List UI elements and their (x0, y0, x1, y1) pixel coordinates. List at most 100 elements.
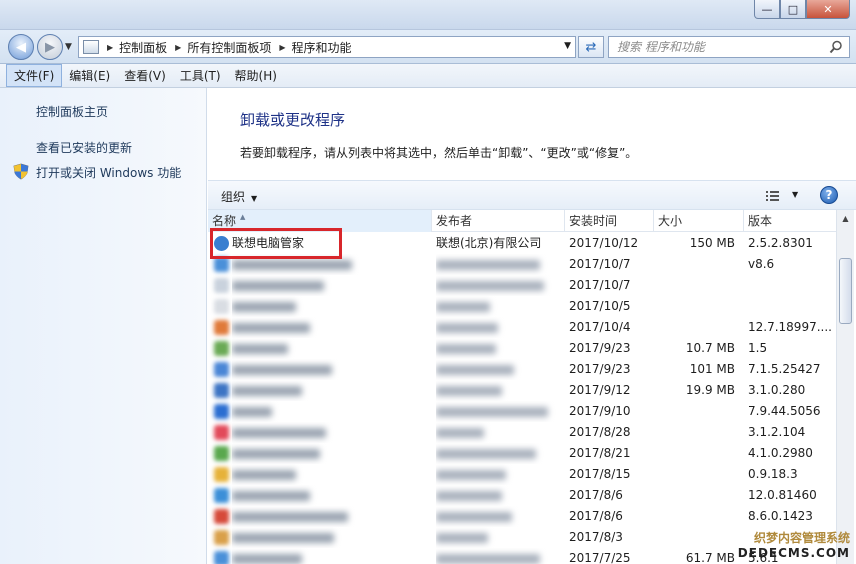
search-icon[interactable] (829, 40, 843, 54)
view-dropdown-icon[interactable]: ▼ (792, 190, 798, 199)
organize-button[interactable]: 组织 ▼ (221, 188, 257, 205)
redacted-text (232, 322, 310, 333)
breadcrumb-programs-features[interactable]: 程序和功能 (292, 39, 352, 56)
program-size: 10.7 MB (685, 341, 735, 355)
title-bar: — □ ✕ (0, 0, 856, 30)
column-header-publisher[interactable]: 发布者 (432, 210, 565, 232)
redacted-text (232, 301, 296, 312)
organize-label: 组织 (221, 190, 246, 204)
view-options-icon[interactable] (765, 189, 781, 203)
table-row[interactable]: 2017/9/10 7.9.44.5056 (208, 401, 836, 422)
watermark-line-1: 织梦内容管理系统 (753, 531, 850, 545)
breadcrumb-control-panel[interactable]: 控制面板 (119, 39, 167, 56)
program-name (232, 275, 432, 296)
forward-button[interactable]: ▶ (37, 34, 63, 60)
watermark-line-2: DEDECMS.COM (737, 546, 850, 560)
redacted-text (232, 280, 324, 291)
vertical-scrollbar[interactable]: ▲ (836, 210, 854, 564)
program-publisher (436, 275, 564, 296)
program-publisher (436, 254, 564, 275)
redacted-text (436, 469, 506, 480)
menu-help[interactable]: 帮助(H) (228, 65, 284, 86)
program-icon (214, 320, 229, 335)
address-bar[interactable]: ▶ 控制面板 ▶ 所有控制面板项 ▶ 程序和功能 ▼ (78, 36, 576, 58)
table-row[interactable]: 2017/10/7 (208, 275, 836, 296)
table-row[interactable]: 2017/8/6 8.6.0.1423 (208, 506, 836, 527)
program-publisher (436, 506, 564, 527)
table-row[interactable]: 2017/10/5 (208, 296, 836, 317)
help-button[interactable]: ? (820, 186, 838, 204)
program-name (232, 380, 432, 401)
redacted-text (436, 406, 548, 417)
minimize-button[interactable]: — (754, 0, 780, 19)
scrollbar-thumb[interactable] (839, 258, 852, 324)
column-header-label: 版本 (748, 214, 773, 228)
program-install-date: 2017/8/28 (569, 425, 631, 439)
back-button[interactable]: ◀ (8, 34, 34, 60)
table-row[interactable]: 2017/9/12 19.9 MB 3.1.0.280 (208, 380, 836, 401)
search-input[interactable] (617, 37, 823, 57)
table-row[interactable]: 2017/8/15 0.9.18.3 (208, 464, 836, 485)
program-install-date: 2017/8/15 (569, 467, 631, 481)
program-icon (214, 446, 229, 461)
scroll-up-icon[interactable]: ▲ (837, 210, 854, 227)
close-button[interactable]: ✕ (806, 0, 850, 19)
program-publisher (436, 464, 564, 485)
menu-tools[interactable]: 工具(T) (173, 65, 228, 86)
column-header-label: 安装时间 (569, 214, 618, 228)
redacted-text (232, 511, 348, 522)
program-size (655, 254, 735, 275)
chevron-down-icon: ▼ (251, 194, 258, 203)
program-install-date: 2017/10/7 (569, 278, 631, 292)
breadcrumb-all-items[interactable]: 所有控制面板项 (187, 39, 271, 56)
program-install-date: 2017/8/3 (569, 530, 623, 544)
refresh-button[interactable]: ⇄ (578, 36, 604, 58)
program-version: 7.1.5.25427 (748, 362, 821, 376)
forward-arrow-icon: ▶ (45, 39, 55, 55)
back-arrow-icon: ◀ (16, 39, 26, 55)
program-size: 150 MB (689, 236, 735, 250)
table-row[interactable]: 2017/9/23 101 MB 7.1.5.25427 (208, 359, 836, 380)
redacted-text (232, 469, 296, 480)
page-title: 卸载或更改程序 (240, 111, 346, 129)
chevron-right-icon[interactable]: ▶ (279, 43, 285, 52)
program-version: 3.1.0.280 (748, 383, 806, 397)
table-row[interactable]: 2017/8/21 4.1.0.2980 (208, 443, 836, 464)
redacted-text (232, 532, 334, 543)
program-publisher (436, 548, 564, 564)
column-header-size[interactable]: 大小 (654, 210, 744, 232)
table-row[interactable]: 2017/9/23 10.7 MB 1.5 (208, 338, 836, 359)
program-install-date: 2017/9/23 (569, 341, 631, 355)
chevron-right-icon[interactable]: ▶ (107, 43, 113, 52)
program-version: 4.1.0.2980 (748, 446, 813, 460)
program-icon (214, 551, 229, 564)
program-icon (214, 467, 229, 482)
help-icon: ? (825, 188, 833, 202)
table-row[interactable]: 2017/8/6 12.0.81460 (208, 485, 836, 506)
program-publisher (436, 422, 564, 443)
page-description: 若要卸载程序，请从列表中将其选中，然后单击“卸载”、“更改”或“修复”。 (240, 146, 638, 160)
program-name (232, 422, 432, 443)
menu-view[interactable]: 查看(V) (117, 65, 173, 86)
sort-arrow-icon: ▲ (240, 213, 246, 221)
menu-edit[interactable]: 编辑(E) (62, 65, 117, 86)
address-dropdown-icon[interactable]: ▼ (564, 41, 571, 51)
table-row[interactable]: 2017/8/28 3.1.2.104 (208, 422, 836, 443)
sidebar-link-control-panel-home[interactable]: 控制面板主页 (36, 103, 108, 120)
maximize-button[interactable]: □ (780, 0, 806, 19)
program-icon (214, 425, 229, 440)
chevron-right-icon[interactable]: ▶ (175, 43, 181, 52)
table-row[interactable]: 2017/10/4 12.7.18997.... (208, 317, 836, 338)
program-size: 101 MB (689, 362, 735, 376)
recent-pages-dropdown[interactable]: ▼ (65, 42, 72, 52)
control-panel-icon (83, 40, 99, 54)
column-header-version[interactable]: 版本 (744, 210, 836, 232)
sidebar-link-windows-features[interactable]: 打开或关闭 Windows 功能 (36, 164, 181, 181)
program-icon (214, 530, 229, 545)
column-header-install-date[interactable]: 安装时间 (565, 210, 654, 232)
program-version (748, 296, 834, 317)
window-controls: — □ ✕ (754, 0, 850, 19)
menu-file[interactable]: 文件(F) (6, 64, 63, 87)
program-name (232, 317, 432, 338)
sidebar-link-installed-updates[interactable]: 查看已安装的更新 (36, 139, 132, 156)
